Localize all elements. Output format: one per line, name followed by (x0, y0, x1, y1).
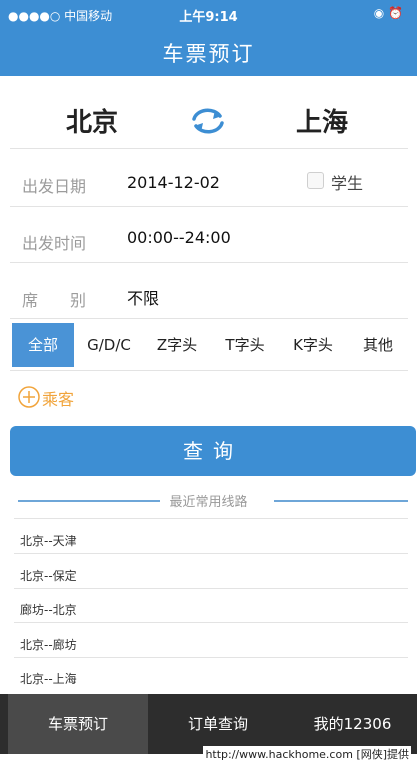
divider (10, 370, 408, 371)
watermark-text: http://www.hackhome.com [网侠]提供 (203, 746, 411, 762)
time-field[interactable]: 00:00--24:00 (127, 228, 231, 247)
to-city[interactable]: 上海 (296, 102, 348, 139)
divider (10, 148, 408, 149)
divider (10, 206, 408, 207)
recent-route-item[interactable]: 廊坊--北京 (20, 601, 77, 618)
divider (274, 500, 408, 502)
app-header: 车票预订 (0, 28, 417, 76)
train-type-tab-gdc[interactable]: G/D/C (76, 323, 142, 367)
train-type-tab-k[interactable]: K字头 (280, 323, 346, 367)
tab-order-query[interactable]: 订单查询 (148, 694, 288, 754)
status-bar: ●●●●○ 中国移动 上午9:14 ◉ ⏰ (0, 0, 417, 28)
recent-route-item[interactable]: 北京--天津 (20, 532, 77, 549)
student-label: 学生 (331, 174, 364, 193)
train-type-tab-all[interactable]: 全部 (12, 323, 74, 367)
recent-route-item[interactable]: 北京--保定 (20, 567, 77, 584)
page-title: 车票预订 (162, 42, 255, 66)
recent-route-item[interactable]: 北京--廊坊 (20, 636, 77, 653)
add-passenger-icon[interactable] (18, 386, 40, 408)
train-type-tab-z[interactable]: Z字头 (144, 323, 210, 367)
divider (14, 588, 408, 589)
swap-arrows-icon[interactable] (188, 104, 228, 138)
divider (10, 318, 408, 319)
tab-my-12306[interactable]: 我的12306 (288, 694, 417, 754)
seat-field[interactable]: 不限 (127, 285, 159, 309)
divider (14, 518, 408, 519)
student-checkbox[interactable] (307, 172, 324, 189)
divider (14, 553, 408, 554)
seat-label: 席 别 (22, 291, 87, 310)
clock: 上午9:14 (179, 10, 238, 25)
status-indicators: ◉ ⏰ (373, 6, 403, 20)
train-type-tab-other[interactable]: 其他 (348, 323, 408, 367)
divider (14, 657, 408, 658)
recent-route-item[interactable]: 北京--上海 (20, 670, 77, 687)
train-type-tab-t[interactable]: T字头 (212, 323, 278, 367)
add-passenger-label[interactable]: 乘客 (42, 386, 74, 410)
search-button[interactable]: 查询 (10, 426, 416, 476)
divider (10, 262, 408, 263)
divider (14, 622, 408, 623)
date-field[interactable]: 2014-12-02 (127, 173, 220, 192)
date-label: 出发日期 (22, 177, 87, 196)
time-label: 出发时间 (22, 234, 87, 253)
tab-ticket-booking[interactable]: 车票预订 (8, 694, 148, 754)
from-city[interactable]: 北京 (66, 102, 118, 139)
